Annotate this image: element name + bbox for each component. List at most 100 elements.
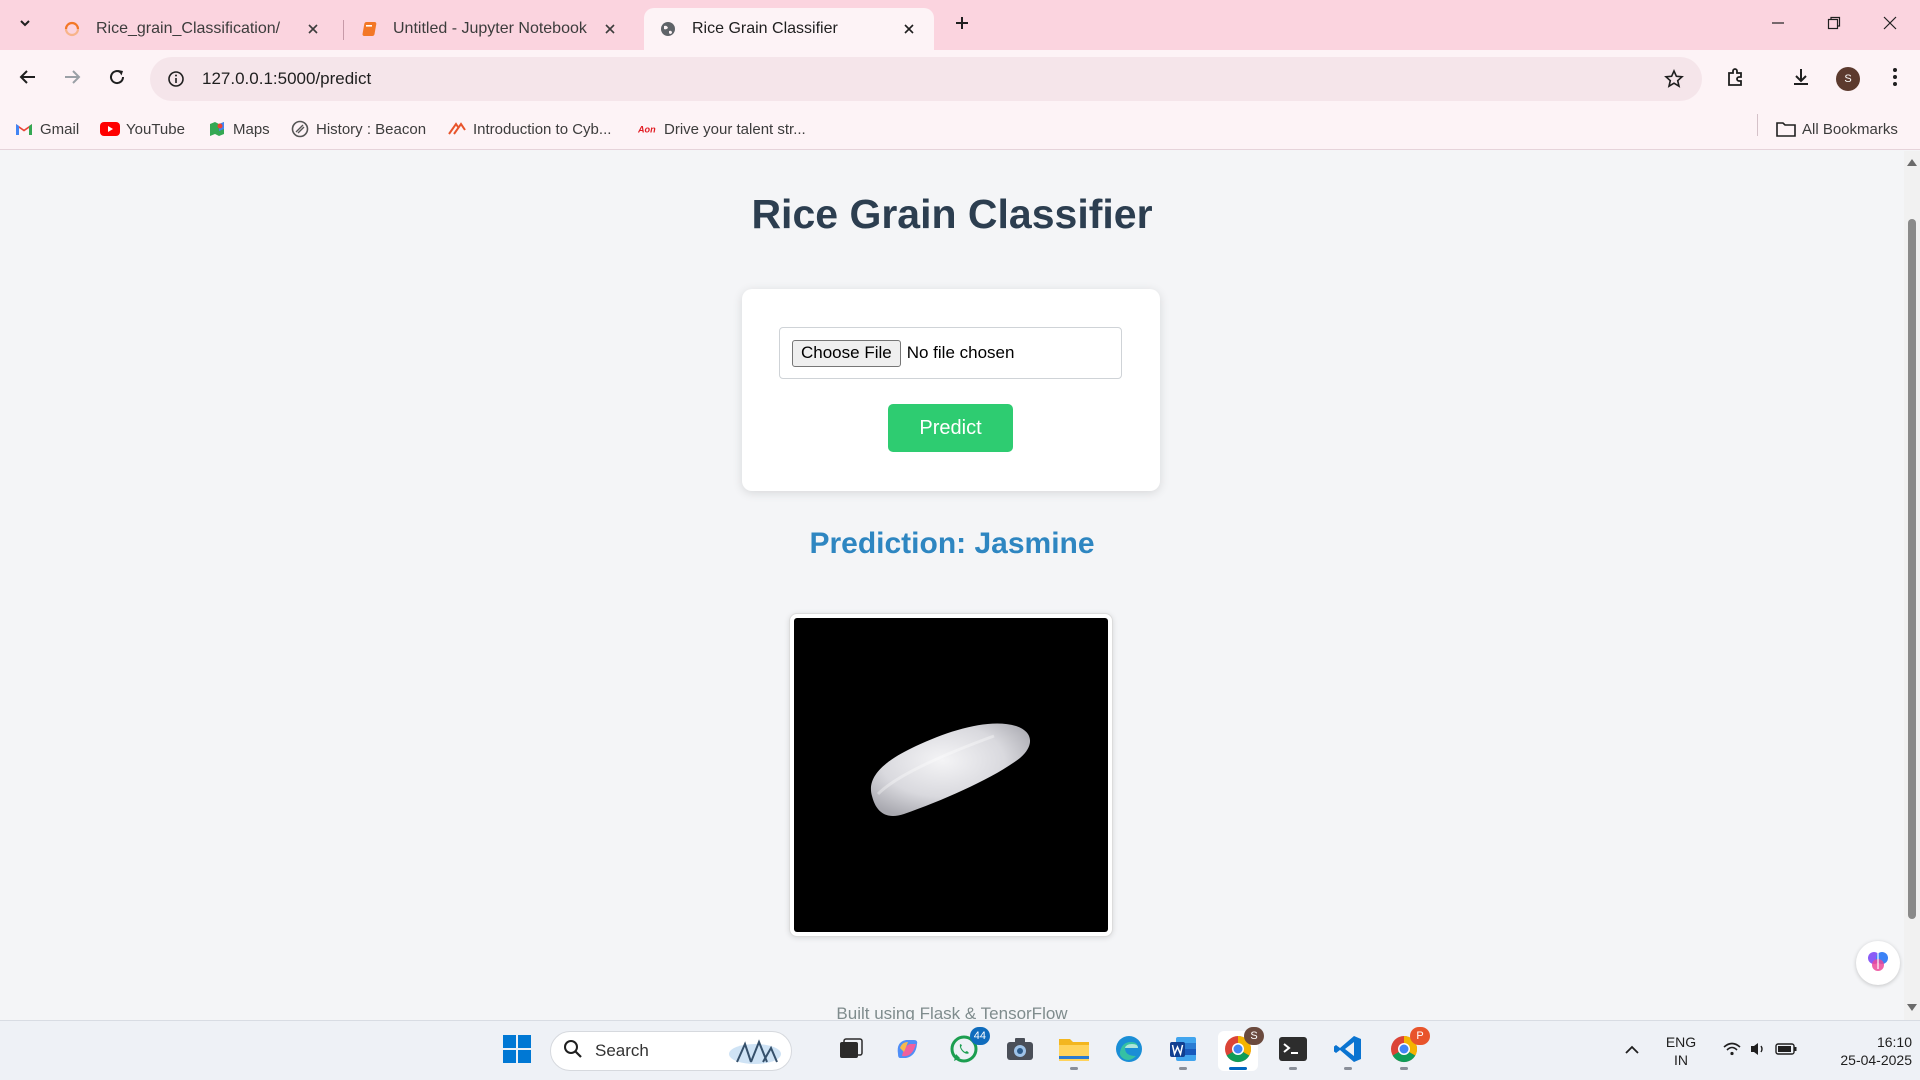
tab-rice-grain-classifier[interactable]: Rice Grain Classifier (644, 8, 934, 50)
taskbar-chrome[interactable]: S (1218, 1027, 1264, 1071)
bookmark-maps[interactable]: Maps (207, 116, 270, 142)
chrome-profile-badge: S (1244, 1027, 1264, 1045)
task-view-button[interactable] (831, 1031, 871, 1071)
terminal-icon (1278, 1036, 1308, 1067)
predict-button[interactable]: Predict (888, 404, 1013, 452)
scrollbar-thumb[interactable] (1908, 219, 1916, 919)
tab-search-button[interactable] (10, 10, 40, 40)
bookmark-history-beacon[interactable]: History : Beacon (290, 116, 426, 142)
taskbar-chrome-profile-2[interactable]: P (1384, 1027, 1430, 1071)
uploaded-image-frame (789, 613, 1113, 937)
extensions-button[interactable] (1721, 64, 1751, 94)
restore-icon (1827, 16, 1841, 35)
bookmarks-bar: Gmail YouTube Maps History : Beacon Intr… (0, 108, 1920, 150)
bookmark-introduction-cyber[interactable]: Introduction to Cyb... (447, 116, 611, 142)
reload-button[interactable] (101, 63, 133, 95)
close-icon (1883, 16, 1897, 35)
svg-text:Aon: Aon (638, 125, 656, 135)
page-scrollbar[interactable] (1904, 151, 1920, 1020)
arrow-left-icon (19, 68, 37, 91)
cyber-icon (447, 119, 467, 139)
choose-file-button[interactable]: Choose File (792, 339, 901, 367)
bookmark-label: Drive your talent str... (664, 120, 806, 138)
chevron-up-icon (1624, 1042, 1640, 1060)
scroll-down-arrow-icon[interactable] (1907, 1003, 1917, 1013)
all-bookmarks-button[interactable]: All Bookmarks (1776, 116, 1898, 142)
address-bar[interactable]: 127.0.0.1:5000/predict (150, 57, 1702, 101)
close-window-button[interactable] (1870, 10, 1910, 40)
url-text[interactable]: 127.0.0.1:5000/predict (202, 69, 371, 89)
taskbar-edge[interactable] (1109, 1031, 1149, 1071)
chrome-profile-badge: P (1410, 1027, 1430, 1045)
page-viewport: Rice Grain Classifier Choose File No fil… (0, 151, 1904, 1020)
language-line1: ENG (1665, 1034, 1697, 1050)
clock-time: 16:10 (1876, 1034, 1912, 1050)
file-status-text: No file chosen (906, 343, 1015, 362)
download-icon (1790, 66, 1812, 93)
bookmark-youtube[interactable]: YouTube (100, 116, 185, 142)
bookmark-label: Maps (233, 120, 270, 138)
close-tab-icon[interactable] (898, 18, 920, 40)
browser-toolbar: 127.0.0.1:5000/predict (0, 50, 1920, 108)
quick-settings-button[interactable] (1712, 1031, 1808, 1071)
camera-icon (1005, 1036, 1035, 1067)
taskbar-search[interactable]: Search (550, 1031, 792, 1071)
start-button[interactable] (497, 1031, 537, 1071)
tab-strip: Rice_grain_Classification/ Untitled - Ju… (0, 0, 1920, 50)
whatsapp-badge: 44 (969, 1027, 990, 1045)
reload-icon (108, 68, 126, 91)
footer-note: Built using Flask & TensorFlow (836, 1004, 1068, 1020)
taskbar-file-explorer[interactable] (1054, 1031, 1094, 1071)
tab-title: Untitled - Jupyter Notebook (393, 20, 587, 37)
chevron-down-icon (18, 16, 32, 35)
running-indicator (1344, 1067, 1352, 1070)
rice-grain-image (794, 618, 1108, 932)
bookmark-star-icon[interactable] (1662, 67, 1686, 91)
close-tab-icon[interactable] (302, 18, 324, 40)
running-indicator (1400, 1067, 1408, 1070)
windows-taskbar: Search 44 S P ENG IN 16:10 25-04-2025 (0, 1020, 1920, 1080)
running-indicator (1289, 1067, 1297, 1070)
close-tab-icon[interactable] (599, 18, 621, 40)
site-info-icon[interactable] (164, 67, 188, 91)
taskbar-vscode[interactable] (1328, 1031, 1368, 1071)
brain-icon (1865, 948, 1891, 979)
clock[interactable]: 16:10 25-04-2025 (1812, 1033, 1912, 1069)
new-tab-button[interactable] (948, 11, 976, 39)
active-indicator (1229, 1067, 1247, 1070)
file-input[interactable]: Choose File No file chosen (779, 327, 1122, 379)
taskbar-whatsapp[interactable]: 44 (944, 1027, 990, 1071)
bookmark-label: Introduction to Cyb... (473, 120, 612, 138)
bookmark-drive-talent[interactable]: Aon Drive your talent str... (638, 116, 806, 142)
tab-jupyter-notebook[interactable]: Untitled - Jupyter Notebook (345, 8, 635, 50)
tab-rice-grain-classification[interactable]: Rice_grain_Classification/ (48, 8, 338, 50)
assistant-button[interactable] (1856, 941, 1900, 985)
back-button[interactable] (12, 63, 44, 95)
bookmarks-divider (1757, 114, 1758, 136)
taskbar-camera[interactable] (1000, 1031, 1040, 1071)
bookmark-gmail[interactable]: Gmail (14, 116, 79, 142)
taskbar-terminal[interactable] (1273, 1031, 1313, 1071)
downloads-button[interactable] (1786, 64, 1816, 94)
profile-avatar[interactable]: S (1836, 67, 1860, 91)
bookmark-label: YouTube (126, 120, 185, 138)
plus-icon (954, 15, 970, 36)
tab-title: Rice_grain_Classification/ (96, 20, 281, 37)
restore-button[interactable] (1814, 10, 1854, 40)
minimize-icon (1771, 16, 1785, 35)
taskbar-copilot[interactable] (887, 1031, 927, 1071)
clock-date: 25-04-2025 (1840, 1052, 1912, 1068)
wifi-icon (1723, 1042, 1741, 1061)
page-title: Rice Grain Classifier (751, 191, 1153, 237)
search-icon (563, 1039, 583, 1064)
show-hidden-icons-button[interactable] (1612, 1031, 1652, 1071)
taskbar-word[interactable] (1163, 1031, 1203, 1071)
forward-button[interactable] (56, 63, 88, 95)
puzzle-icon (1725, 66, 1747, 93)
browser-menu-button[interactable] (1880, 64, 1910, 94)
beacon-icon (290, 119, 310, 139)
scroll-up-arrow-icon[interactable] (1907, 157, 1917, 167)
language-indicator[interactable]: ENG IN (1662, 1033, 1700, 1069)
minimize-button[interactable] (1758, 10, 1798, 40)
tab-separator (343, 20, 344, 40)
